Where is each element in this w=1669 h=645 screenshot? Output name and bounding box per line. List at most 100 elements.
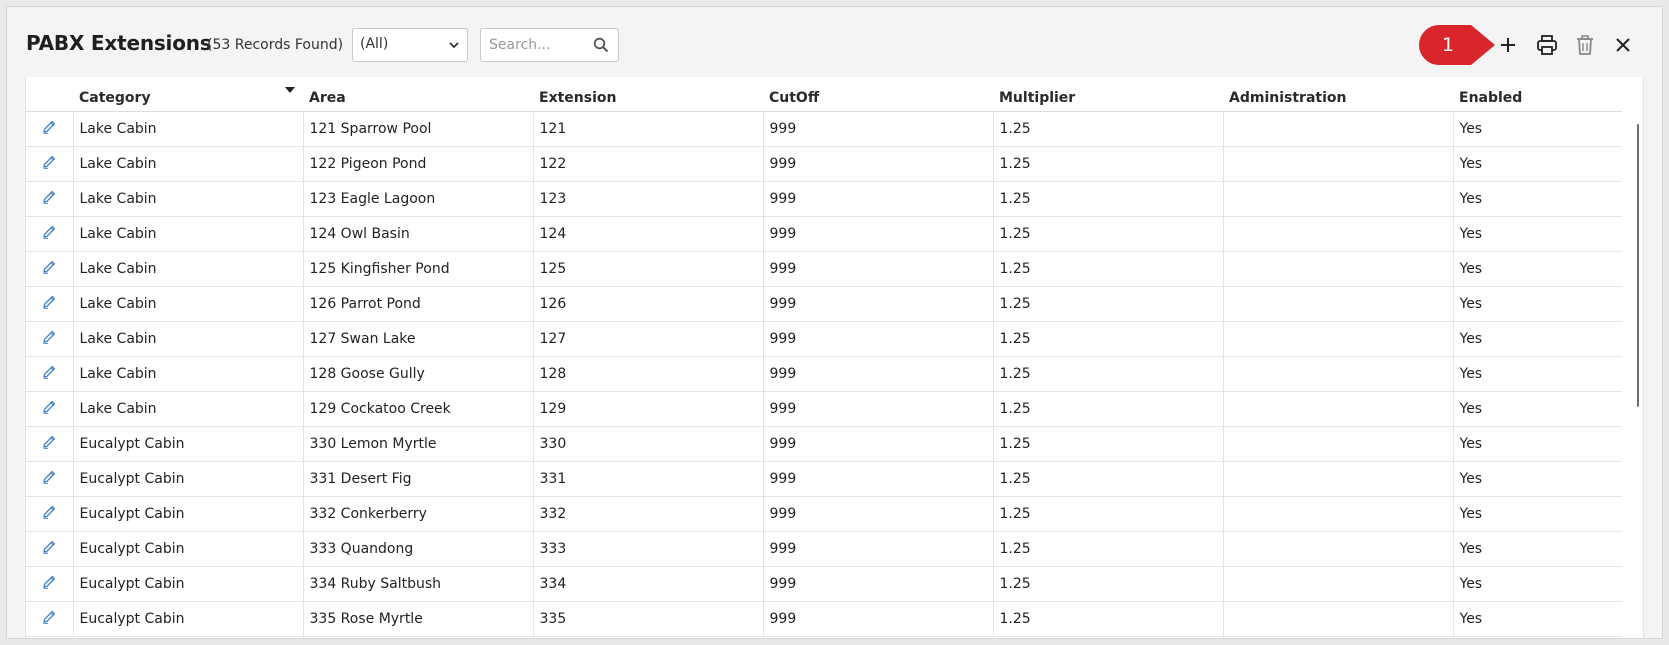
column-header-multiplier[interactable]: Multiplier [993, 77, 1223, 112]
table-row[interactable]: Lake Cabin 128 Goose Gully 128 999 1.25 Yes [26, 356, 1622, 392]
cell-category: Eucalypt Cabin [73, 566, 304, 602]
table-row[interactable]: Lake Cabin 121 Sparrow Pool 121 999 1.25 Yes [26, 111, 1622, 147]
cell-category: Lake Cabin [73, 286, 304, 322]
cell-extension: 332 [533, 496, 764, 532]
cell-category: Eucalypt Cabin [73, 426, 304, 462]
table-row[interactable]: Eucalypt Cabin 331 Desert Fig 331 999 1.25 Ye… [26, 461, 1622, 497]
cell-extension: 333 [533, 531, 764, 567]
cell-cutoff: 999 [763, 111, 994, 147]
edit-row-button[interactable] [26, 111, 74, 147]
cell-category: Eucalypt Cabin [73, 496, 304, 532]
edit-row-button[interactable] [26, 531, 74, 567]
cell-area: 129 Cockatoo Creek [303, 391, 534, 427]
edit-row-button[interactable] [26, 356, 74, 392]
cell-administration [1223, 181, 1454, 217]
column-header-category[interactable]: Category [73, 77, 303, 112]
column-header-cutoff[interactable]: CutOff [763, 77, 993, 112]
table-row[interactable]: Eucalypt Cabin 334 Ruby Saltbush 334 999 1.2… [26, 566, 1622, 602]
table-row[interactable]: Eucalypt Cabin 330 Lemon Myrtle 330 999 1.25… [26, 426, 1622, 462]
trash-icon [1577, 35, 1593, 55]
plus-icon [1501, 38, 1515, 52]
column-header-area[interactable]: Area [303, 77, 533, 112]
edit-row-button[interactable] [26, 391, 74, 427]
cell-category: Lake Cabin [73, 146, 304, 182]
table-row[interactable]: Eucalypt Cabin 333 Quandong 333 999 1.25 Yes [26, 531, 1622, 567]
cell-cutoff: 999 [763, 566, 994, 602]
cell-category: Eucalypt Cabin [73, 461, 304, 497]
table-header-row: Category Area Extension CutOff Multiplie… [26, 77, 1622, 112]
table-row[interactable]: Lake Cabin 126 Parrot Pond 126 999 1.25 Yes [26, 286, 1622, 322]
column-header-administration[interactable]: Administration [1223, 77, 1453, 112]
print-button[interactable] [1535, 33, 1559, 57]
column-header-enabled[interactable]: Enabled [1453, 77, 1622, 112]
table-row[interactable]: Lake Cabin 129 Cockatoo Creek 129 999 1.25 Ye… [26, 391, 1622, 427]
cell-extension: 334 [533, 566, 764, 602]
cell-cutoff: 999 [763, 286, 994, 322]
table-row[interactable]: Lake Cabin 127 Swan Lake 127 999 1.25 Yes [26, 321, 1622, 357]
edit-row-button[interactable] [26, 181, 74, 217]
column-header-label: Extension [539, 89, 617, 106]
pencil-icon [43, 225, 56, 239]
cell-cutoff: 999 [763, 321, 994, 357]
cell-area: 126 Parrot Pond [303, 286, 534, 322]
cell-multiplier: 1.25 [993, 216, 1224, 252]
cell-category: Eucalypt Cabin [73, 601, 304, 637]
pencil-icon [43, 260, 56, 274]
page-title: PABX Extensions [26, 31, 212, 55]
edit-row-button[interactable] [26, 601, 74, 637]
edit-row-button[interactable] [26, 496, 74, 532]
edit-row-button[interactable] [26, 566, 74, 602]
pabx-extensions-panel: PABX Extensions (53 Records Found) (All)… [6, 6, 1663, 639]
cell-category: Lake Cabin [73, 216, 304, 252]
edit-row-button[interactable] [26, 426, 74, 462]
table-row[interactable]: Eucalypt Cabin 335 Rose Myrtle 335 999 1.25 Y… [26, 601, 1622, 637]
edit-row-button[interactable] [26, 461, 74, 497]
cell-extension: 124 [533, 216, 764, 252]
cell-enabled: Yes [1453, 181, 1622, 217]
cell-multiplier: 1.25 [993, 601, 1224, 637]
table-row[interactable]: Lake Cabin 125 Kingfisher Pond 125 999 1.25 Y… [26, 251, 1622, 287]
edit-row-button[interactable] [26, 286, 74, 322]
sort-descending-icon[interactable] [285, 87, 295, 93]
search-icon[interactable] [593, 37, 609, 53]
step-callout: 1 [1419, 25, 1501, 65]
vertical-scrollbar[interactable] [1637, 124, 1639, 407]
cell-multiplier: 1.25 [993, 181, 1224, 217]
cell-administration [1223, 111, 1454, 147]
search-box[interactable] [480, 28, 619, 62]
delete-button[interactable] [1573, 33, 1597, 57]
cell-enabled: Yes [1453, 321, 1622, 357]
table-row[interactable]: Eucalypt Cabin 332 Conkerberry 332 999 1.25 Y… [26, 496, 1622, 532]
cell-multiplier: 1.25 [993, 566, 1224, 602]
cell-multiplier: 1.25 [993, 461, 1224, 497]
edit-row-button[interactable] [26, 146, 74, 182]
cell-enabled: Yes [1453, 111, 1622, 147]
cell-area: 128 Goose Gully [303, 356, 534, 392]
cell-cutoff: 999 [763, 496, 994, 532]
add-button[interactable] [1496, 33, 1520, 57]
table-row[interactable]: Lake Cabin 122 Pigeon Pond 122 999 1.25 Yes [26, 146, 1622, 182]
cell-area: 124 Owl Basin [303, 216, 534, 252]
cell-cutoff: 999 [763, 216, 994, 252]
close-button[interactable] [1611, 33, 1635, 57]
table-row[interactable]: Lake Cabin 123 Eagle Lagoon 123 999 1.25 Yes [26, 181, 1622, 217]
cell-extension: 126 [533, 286, 764, 322]
column-header-label: Administration [1229, 89, 1347, 106]
cell-cutoff: 999 [763, 391, 994, 427]
cell-area: 335 Rose Myrtle [303, 601, 534, 637]
cell-multiplier: 1.25 [993, 251, 1224, 287]
edit-row-button[interactable] [26, 321, 74, 357]
callout-number: 1 [1441, 34, 1455, 56]
pencil-icon [43, 295, 56, 309]
column-header-extension[interactable]: Extension [533, 77, 763, 112]
cell-extension: 121 [533, 111, 764, 147]
extensions-grid: Category Area Extension CutOff Multiplie… [25, 77, 1644, 638]
pencil-icon [43, 470, 56, 484]
category-filter-select[interactable]: (All) [352, 28, 468, 62]
table-row[interactable]: Lake Cabin 124 Owl Basin 124 999 1.25 Yes [26, 216, 1622, 252]
edit-row-button[interactable] [26, 216, 74, 252]
pencil-icon [43, 575, 56, 589]
search-input[interactable] [487, 34, 587, 56]
cell-enabled: Yes [1453, 356, 1622, 392]
edit-row-button[interactable] [26, 251, 74, 287]
